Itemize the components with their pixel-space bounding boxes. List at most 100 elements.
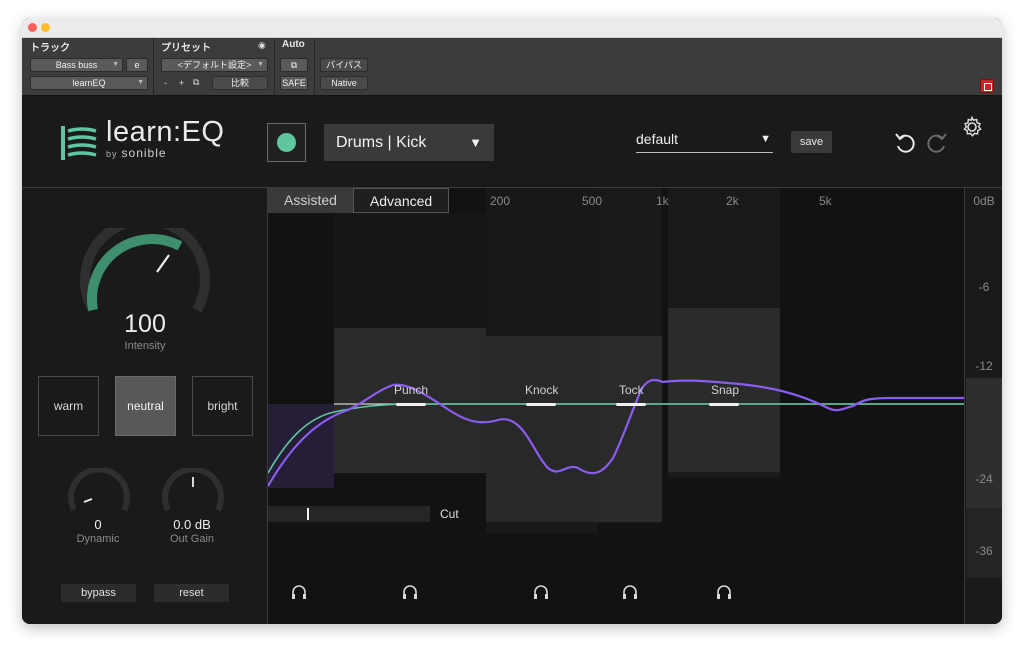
headphones-icon[interactable] <box>532 584 550 600</box>
headphones-icon[interactable] <box>715 584 733 600</box>
dynamic-label: Dynamic <box>76 533 120 545</box>
meter-label-0db: 0dB <box>973 194 995 208</box>
track-suffix-selector[interactable]: e <box>126 58 148 72</box>
insert-selector[interactable]: learnEQ ▼ <box>30 76 148 90</box>
native-button[interactable]: Native <box>320 76 368 90</box>
mode-tabs: Assisted Advanced <box>268 188 450 213</box>
automation-window-button[interactable]: ⧉ <box>280 58 308 72</box>
learn-indicator-icon <box>277 133 296 152</box>
meter-label-12: -12 <box>975 359 993 373</box>
gear-icon[interactable] <box>961 116 983 138</box>
out-gain-value: 0.0 dB <box>173 517 211 532</box>
chevron-down-icon: ▼ <box>469 135 482 150</box>
save-button[interactable]: save <box>791 131 832 153</box>
neutral-button[interactable]: neutral <box>115 376 176 436</box>
warm-button[interactable]: warm <box>38 376 99 436</box>
logo-subtitle: by sonible <box>106 146 167 160</box>
plugin-window: トラック プリセット ◉ Auto Bass buss ▼ e learnEQ ▼ … <box>22 18 1002 624</box>
profile-value: Drums | Kick <box>336 134 427 151</box>
auto-header: Auto <box>282 39 305 50</box>
freq-label-5k: 5k <box>819 194 832 208</box>
automation-icon: ⧉ <box>290 60 298 70</box>
preset-value: default <box>636 131 679 147</box>
learneq-plugin: learn:EQ by sonible Drums | Kick ▼ defaul… <box>22 96 1002 624</box>
freq-label-500: 500 <box>582 194 603 208</box>
track-name: Bass buss <box>55 60 98 70</box>
preset-header: プリセット <box>161 43 211 54</box>
meter-label-36: -36 <box>975 544 993 558</box>
dynamic-value: 0 <box>94 517 102 532</box>
host-bypass-button[interactable]: バイパス <box>320 58 368 72</box>
track-header: トラック <box>30 43 70 54</box>
logo-title: learn:EQ <box>106 116 225 148</box>
eq-graph <box>268 188 964 533</box>
intensity-label: Intensity <box>124 340 166 352</box>
freq-label-200: 200 <box>490 194 511 208</box>
meter-label-6: -6 <box>978 280 990 294</box>
preset-plus-button[interactable]: + <box>179 77 184 89</box>
headphones-icon[interactable] <box>401 584 419 600</box>
tab-advanced[interactable]: Advanced <box>352 188 450 213</box>
headphones-icon[interactable] <box>290 584 308 600</box>
band-box-knock <box>486 336 598 522</box>
out-gain-label: Out Gain <box>169 533 215 545</box>
learneq-logo-icon <box>61 126 97 160</box>
band-label-punch: Punch <box>394 383 429 397</box>
profile-dropdown[interactable]: Drums | Kick ▼ <box>324 124 494 161</box>
chevron-down-icon: ▼ <box>760 133 771 145</box>
safe-button[interactable]: SAFE <box>280 76 308 90</box>
headphones-icon[interactable] <box>621 584 639 600</box>
tab-assisted[interactable]: Assisted <box>268 188 353 213</box>
plugin-header: learn:EQ by sonible Drums | Kick ▼ defaul… <box>22 96 1002 188</box>
track-suffix: e <box>134 60 140 70</box>
cut-slider-track <box>268 506 430 522</box>
eq-display[interactable]: Assisted Advanced 200 500 1k 2k 5k Punch… <box>267 188 964 624</box>
learn-toggle-button[interactable] <box>267 123 306 162</box>
level-meter: 0dB -6 -12 -24 -36 <box>964 188 1002 624</box>
band-label-snap: Snap <box>711 383 740 397</box>
native-label: Native <box>331 78 357 88</box>
bypass-button[interactable]: bypass <box>61 584 136 602</box>
safe-label: SAFE <box>282 78 306 88</box>
close-window-button[interactable] <box>28 23 37 32</box>
band-handle-punch[interactable] <box>396 403 426 406</box>
logo-by: by <box>106 149 118 159</box>
logo-brand: sonible <box>121 146 167 160</box>
compare-label: 比較 <box>230 78 249 88</box>
band-handle-snap[interactable] <box>709 403 739 406</box>
out-gain-knob[interactable] <box>160 468 226 514</box>
host-bypass-label: バイパス <box>326 60 362 70</box>
preset-dropdown[interactable]: default ▼ <box>636 131 773 153</box>
band-handle-knock[interactable] <box>526 403 556 406</box>
compare-button[interactable]: 比較 <box>212 76 268 90</box>
minimize-window-button[interactable] <box>41 23 50 32</box>
record-icon[interactable] <box>980 79 994 93</box>
band-label-knock: Knock <box>525 383 559 397</box>
redo-icon[interactable] <box>924 132 948 154</box>
left-control-panel: 100 Intensity warm neutral bright 0 Dyna… <box>22 188 267 624</box>
host-plugin-bar: トラック プリセット ◉ Auto Bass buss ▼ e learnEQ ▼ … <box>22 38 1002 96</box>
preset-menu-icon[interactable]: ◉ <box>258 39 266 51</box>
meter-label-24: -24 <box>975 472 993 486</box>
title-bar <box>22 18 1002 38</box>
band-handle-tock[interactable] <box>616 403 646 406</box>
copy-settings-icon[interactable]: ⧉ <box>193 76 199 88</box>
host-preset-value: <デフォルト設定> <box>177 60 252 70</box>
band-box-tock <box>598 336 662 522</box>
band-label-tock: Tock <box>619 383 644 397</box>
freq-label-2k: 2k <box>726 194 739 208</box>
freq-label-1k: 1k <box>656 194 669 208</box>
insert-name: learnEQ <box>72 78 106 88</box>
reset-button[interactable]: reset <box>154 584 229 602</box>
host-preset-selector[interactable]: <デフォルト設定> ▼ <box>161 58 268 72</box>
cut-label: Cut <box>440 507 459 521</box>
dynamic-knob[interactable] <box>66 468 132 514</box>
intensity-value: 100 <box>124 310 166 338</box>
preset-minus-button[interactable]: - <box>164 77 167 89</box>
intensity-knob[interactable] <box>80 228 210 318</box>
undo-icon[interactable] <box>894 132 918 154</box>
band-box-punch <box>334 328 486 473</box>
track-selector[interactable]: Bass buss ▼ <box>30 58 123 72</box>
bright-button[interactable]: bright <box>192 376 253 436</box>
meter-bar <box>966 378 1002 578</box>
